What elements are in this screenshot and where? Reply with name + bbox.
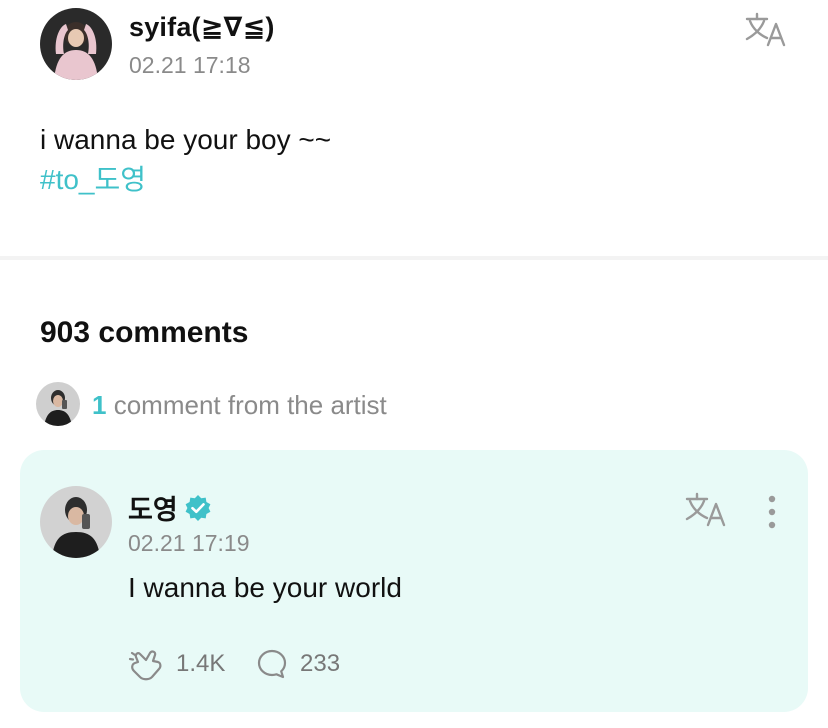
comment-text: I wanna be your world [128,572,402,603]
section-divider [0,256,828,260]
comment-actions: 1.4K 233 [128,646,428,682]
post-timestamp: 02.21 17:18 [129,52,251,78]
like-icon [128,647,164,681]
post-header: syifa(≧∇≦) 02.21 17:18 [40,8,800,84]
translate-icon[interactable] [744,12,788,48]
post-hashtag-link[interactable]: #to_도영 [40,160,331,200]
like-button[interactable]: 1.4K [128,646,225,682]
post-author-name[interactable]: syifa(≧∇≦) [129,12,275,43]
reply-button[interactable]: 233 [256,646,340,682]
post-body: i wanna be your boy ~~ #to_도영 [40,120,331,200]
artist-comments-label: 1 comment from the artist [92,390,387,421]
comment-timestamp: 02.21 17:19 [128,530,250,556]
more-vertical-icon[interactable] [760,494,784,530]
post-author-avatar[interactable] [40,8,112,80]
comment-bubble-icon [256,648,288,680]
reply-count: 233 [300,650,341,677]
comments-count-heading: 903 comments [40,316,249,349]
post-text: i wanna be your boy ~~ [40,124,332,155]
verified-badge-icon [184,494,212,522]
artist-comment-card: 도영 02.21 17:19 I wanna be your world 1.4… [20,450,808,712]
artist-comment-text: comment from the artist [113,390,387,420]
like-count: 1.4K [176,650,226,677]
comment-author-info: 도영 [128,488,212,527]
translate-icon[interactable] [684,492,728,528]
comment-author-name[interactable]: 도영 [128,488,178,527]
artist-comments-summary[interactable]: 1 comment from the artist [36,382,556,428]
comment-author-avatar[interactable] [40,486,112,558]
artist-avatar [36,382,80,426]
artist-comment-count: 1 [92,390,107,420]
